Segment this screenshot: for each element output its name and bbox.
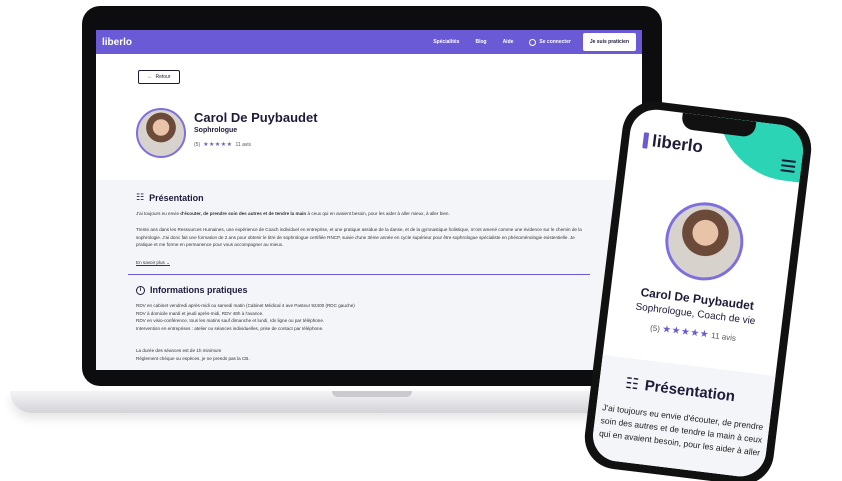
- p1-post: à ceux qui en avaient besoin, pour les a…: [306, 211, 450, 216]
- star-icon: ★★★★★: [203, 142, 233, 148]
- profile-subtitle: Sophrologue: [194, 127, 238, 134]
- info-text: RDV en cabinet vendredi après-midi ou sa…: [136, 302, 586, 332]
- nav-link-aide[interactable]: Aide: [503, 39, 514, 45]
- p1-pre: J'ai toujours eu envie: [136, 211, 181, 216]
- info-heading: i Informations pratiques: [136, 285, 248, 295]
- rating[interactable]: (5) ★★★★★ 11 avis: [194, 141, 252, 149]
- read-more-link[interactable]: En savoir plus ⌄: [136, 260, 170, 266]
- login-link[interactable]: Se connecter: [529, 38, 571, 46]
- nav-link-blog[interactable]: Blog: [475, 39, 486, 45]
- arrow-left-icon: ←: [147, 74, 153, 80]
- p1-bold: d'écouter, de prendre soin des autres et…: [180, 211, 307, 216]
- review-count: 11 avis: [235, 141, 252, 148]
- top-nav: liberlo Spécialités Blog Aide Se connect…: [96, 30, 642, 54]
- back-button[interactable]: ← Retour: [138, 70, 180, 84]
- info-line: La durée des séances est de 1h minimum: [136, 348, 222, 353]
- back-label: Retour: [155, 74, 171, 80]
- avatar: [136, 108, 186, 158]
- phone-avatar: [660, 197, 748, 285]
- logo[interactable]: liberlo: [102, 37, 417, 48]
- nav-link-specialites[interactable]: Spécialités: [433, 39, 459, 45]
- logo-mark: [642, 132, 650, 149]
- info-line: RDV en cabinet vendredi après-midi ou sa…: [136, 303, 355, 308]
- practitioner-button[interactable]: Je suis praticien: [582, 33, 636, 51]
- phone-logo[interactable]: liberlo: [642, 130, 704, 157]
- profile-name: Carol De Puybaudet: [194, 110, 318, 125]
- content-section: [96, 180, 642, 370]
- info-line: RDV en visio-conférence, tous les matins…: [136, 318, 325, 323]
- user-circle-icon: [529, 38, 537, 46]
- phone-logo-text: liberlo: [651, 131, 705, 157]
- rating-value: (5): [194, 141, 201, 148]
- menu-icon[interactable]: [780, 159, 796, 176]
- presentation-icon: ☷: [624, 374, 640, 394]
- info-title: Informations pratiques: [150, 285, 248, 295]
- chevron-down-icon: ⌄: [166, 260, 170, 265]
- presentation-icon: ☷: [136, 192, 145, 202]
- read-more-label: En savoir plus: [136, 260, 165, 265]
- phone-rating-value: (5): [649, 323, 661, 334]
- presentation-heading: ☷ Présentation: [136, 192, 204, 203]
- presentation-p2: Trente ans dans les Ressources Humaines,…: [136, 227, 582, 247]
- info-line: Règlement chèque ou espèces, je ne prend…: [136, 355, 250, 361]
- login-label: Se connecter: [539, 39, 571, 45]
- info-line: Intervention en entreprises : atelier ou…: [136, 325, 324, 331]
- presentation-title: Présentation: [149, 192, 204, 203]
- presentation-p1: J'ai toujours eu envie d'écouter, de pre…: [136, 210, 586, 218]
- phone-review-count: 11 avis: [710, 330, 737, 343]
- divider: [128, 274, 590, 275]
- info-text-2: La durée des séances est de 1h minimum R…: [136, 347, 586, 362]
- laptop-notch: [332, 391, 412, 397]
- info-icon: i: [136, 285, 145, 295]
- laptop-screen: liberlo Spécialités Blog Aide Se connect…: [96, 30, 642, 370]
- star-icon: ★★★★★: [661, 323, 710, 341]
- info-line: RDV à domicile mardi et jeudi après-midi…: [136, 310, 264, 316]
